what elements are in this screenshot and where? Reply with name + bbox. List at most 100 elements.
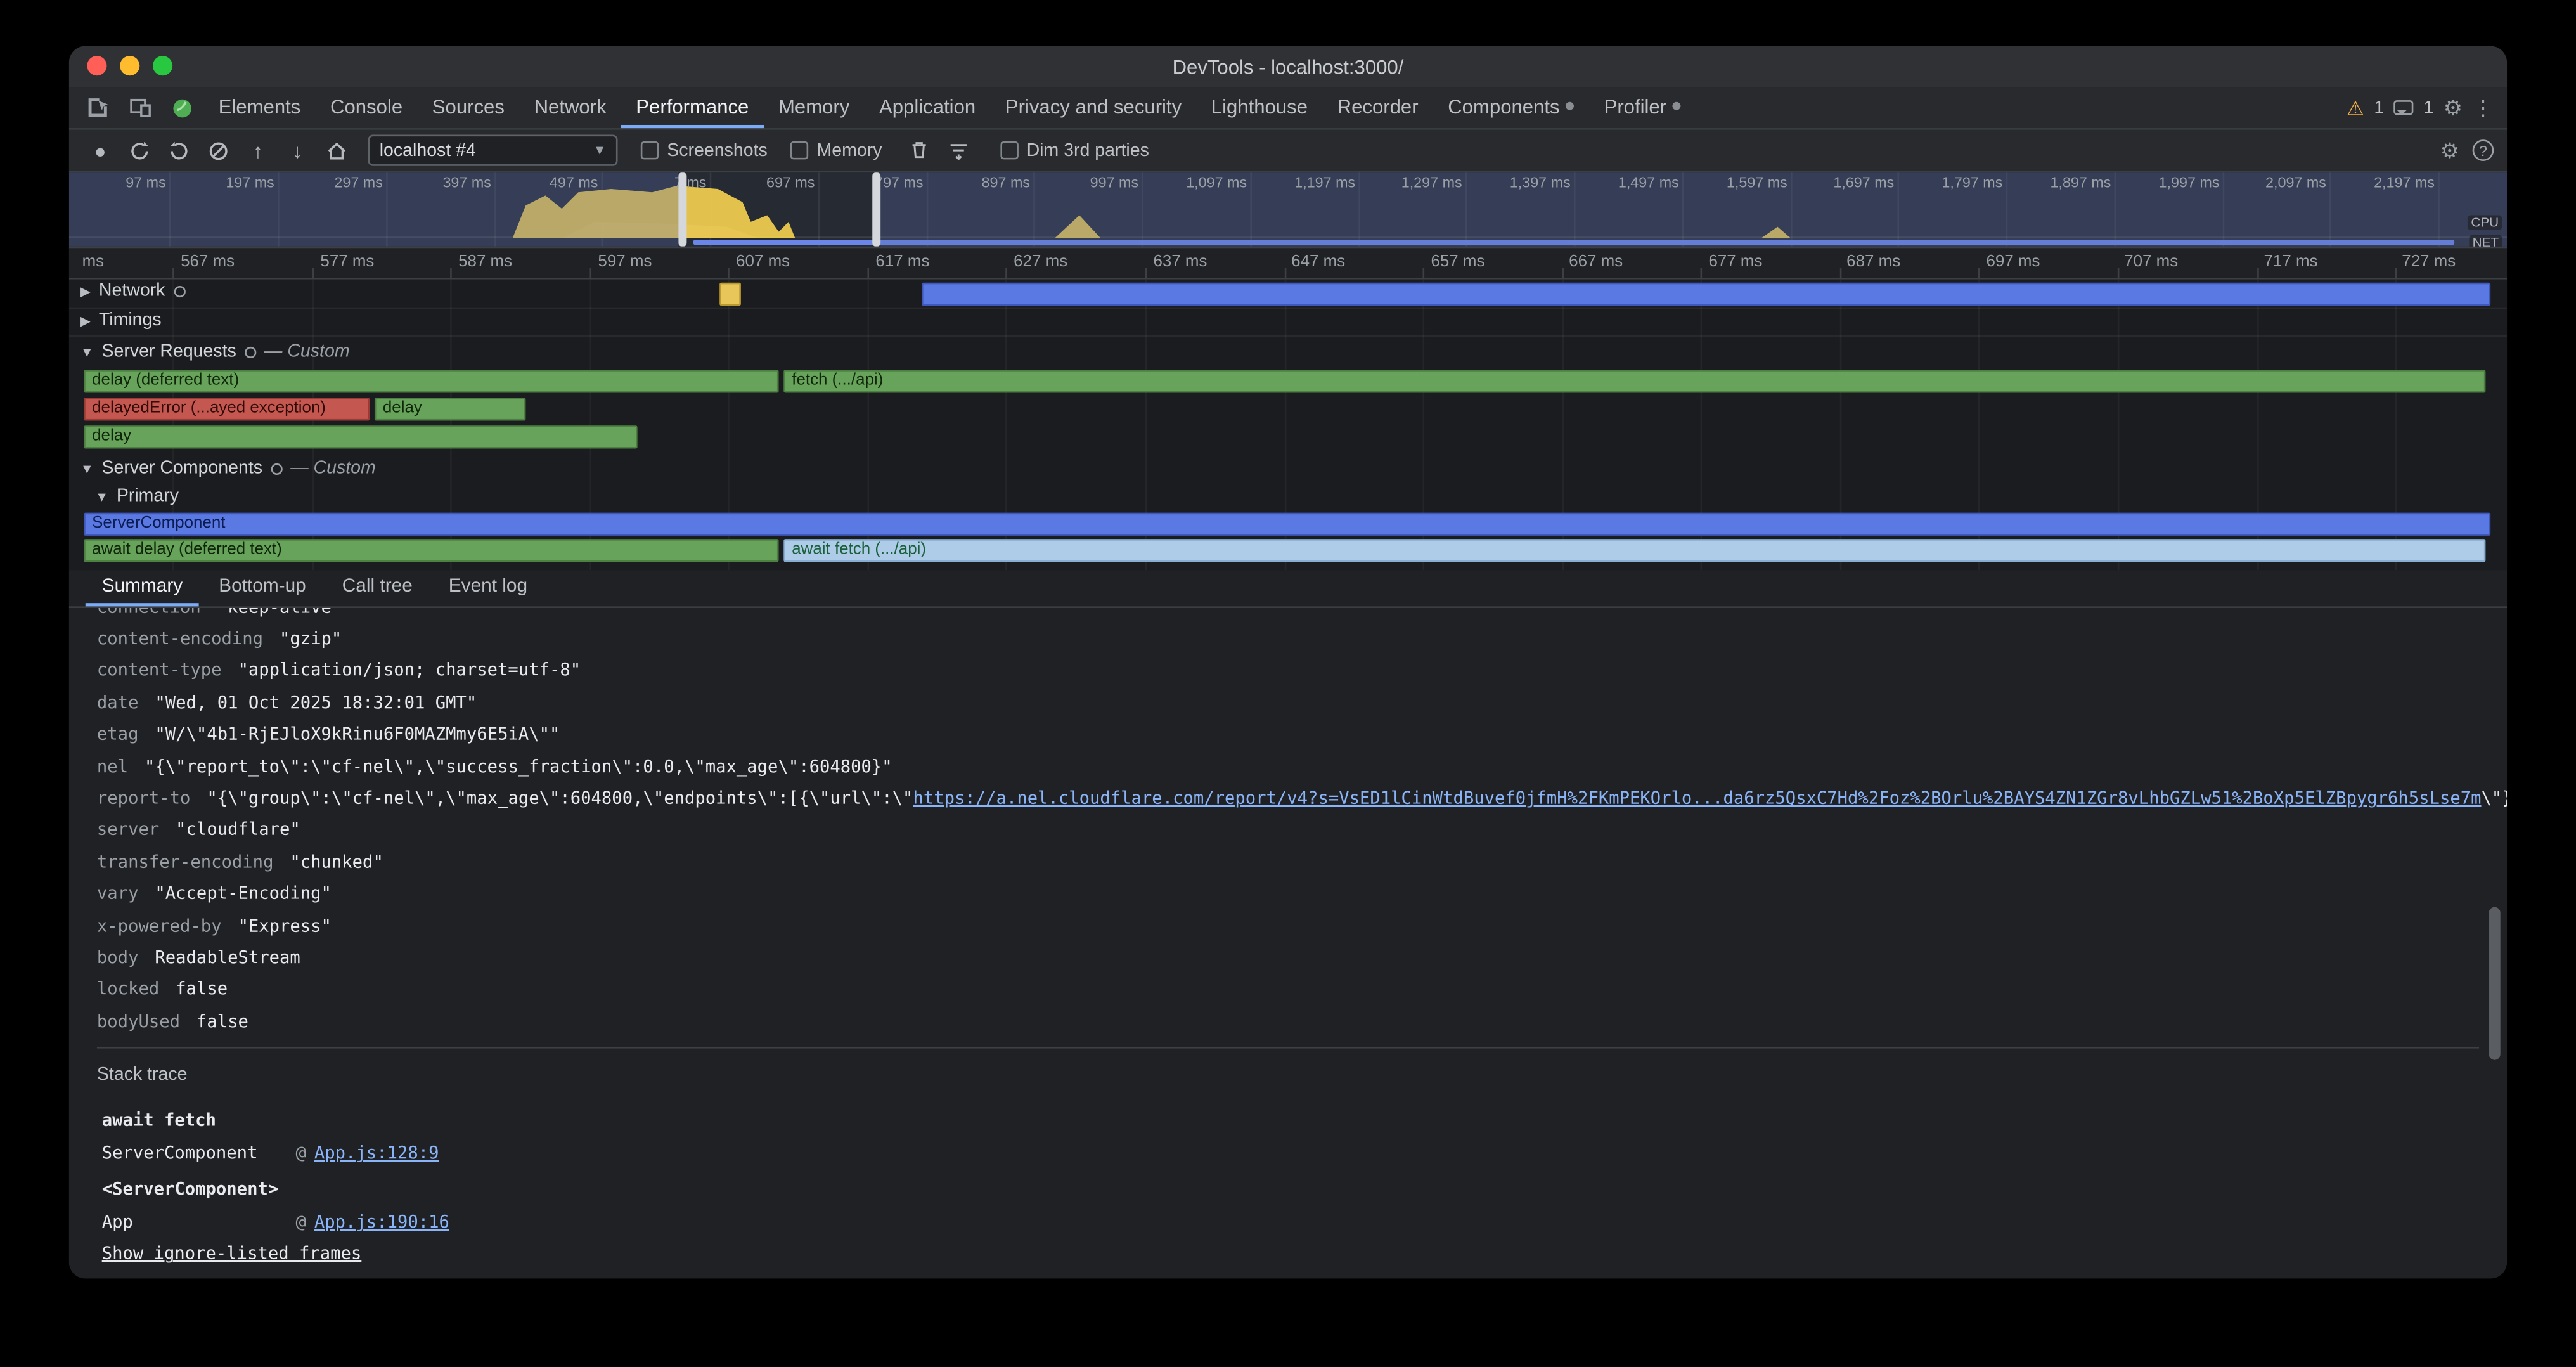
panel-settings-gear-icon[interactable]: ⚙: [2440, 139, 2459, 161]
header-row: bodyReadableStream: [97, 942, 2507, 974]
summary-pane: connection"keep-alive" content-encoding"…: [69, 608, 2507, 1278]
ruler-time-label: 727 ms: [2402, 253, 2456, 271]
close-window-button[interactable]: [87, 56, 106, 75]
track-network[interactable]: ▶ Network: [69, 280, 2507, 309]
server-components-row-2: await delay (deferred text) await fetch …: [69, 538, 2507, 564]
event-bar-delay-2[interactable]: delay: [84, 425, 637, 448]
tab-performance[interactable]: Performance: [621, 87, 764, 128]
event-bar-await-fetch[interactable]: await fetch (.../api): [783, 539, 2485, 562]
home-icon[interactable]: [319, 134, 355, 167]
event-bar-delayed-error[interactable]: delayedError (...ayed exception): [84, 398, 370, 420]
collect-garbage-icon[interactable]: [902, 134, 938, 167]
ruler-time-label: 647 ms: [1291, 253, 1345, 271]
clear-icon[interactable]: [200, 134, 236, 167]
tab-network[interactable]: Network: [519, 87, 621, 128]
collapse-triangle-icon[interactable]: ▶: [80, 313, 91, 328]
expand-triangle-icon[interactable]: ▼: [80, 461, 94, 476]
kebab-menu-icon[interactable]: ⋮: [2473, 97, 2494, 119]
tab-sources[interactable]: Sources: [417, 87, 519, 128]
settings-gear-icon[interactable]: ⚙: [2444, 97, 2463, 119]
track-config-icon[interactable]: [271, 463, 282, 474]
tabbar-right-controls: ⚠ 1 1 ⚙ ⋮: [2347, 87, 2507, 128]
dim-3rd-parties-group: Dim 3rd parties: [1000, 141, 1149, 160]
zoom-window-button[interactable]: [153, 56, 172, 75]
event-bar-await-delay[interactable]: await delay (deferred text): [84, 539, 778, 562]
overview-time-label: 497 ms: [532, 174, 598, 191]
tab-components[interactable]: Components: [1433, 87, 1589, 128]
ruler-time-label: 677 ms: [1708, 253, 1762, 271]
collapse-triangle-icon[interactable]: ▶: [80, 283, 91, 298]
overview-time-label: 7 ms: [641, 174, 707, 191]
track-timings[interactable]: ▶ Timings: [69, 309, 2507, 337]
expand-triangle-icon[interactable]: ▼: [80, 344, 94, 359]
tab-bottom-up[interactable]: Bottom-up: [202, 570, 322, 606]
record-button[interactable]: ●: [82, 134, 119, 167]
overview-time-label: 1,197 ms: [1290, 174, 1356, 191]
track-header-server-requests[interactable]: ▼ Server Requests — Custom: [69, 340, 2507, 366]
summary-scrollbar[interactable]: [2489, 907, 2501, 1060]
overview-time-label: 1,597 ms: [1722, 174, 1787, 191]
tab-console[interactable]: Console: [316, 87, 418, 128]
tab-call-tree[interactable]: Call tree: [326, 570, 429, 606]
overview-time-label: 697 ms: [749, 174, 815, 191]
overview-time-label: 297 ms: [317, 174, 383, 191]
ruler-time-label: 717 ms: [2264, 253, 2318, 271]
header-row: x-powered-by"Express": [97, 910, 2507, 942]
track-subheader-primary[interactable]: ▼ Primary: [69, 485, 2507, 511]
track-config-icon[interactable]: [245, 346, 256, 358]
ruler-time-label: 687 ms: [1846, 253, 1900, 271]
record-and-reload-button[interactable]: [122, 134, 158, 167]
tab-privacy-and-security[interactable]: Privacy and security: [991, 87, 1197, 128]
load-profile-icon[interactable]: ↑: [240, 134, 276, 167]
event-bar-fetch-api[interactable]: fetch (.../api): [783, 370, 2485, 392]
selection-left-handle[interactable]: [678, 172, 686, 247]
overview-time-label: 2,197 ms: [2369, 174, 2435, 191]
selection-right-handle[interactable]: [872, 172, 880, 247]
source-link[interactable]: App.js:128:9: [314, 1144, 439, 1164]
dim-3rd-parties-checkbox[interactable]: [1000, 141, 1019, 160]
memory-checkbox-group: Memory: [790, 141, 882, 160]
memory-checkbox[interactable]: [790, 141, 809, 160]
tab-summary[interactable]: Summary: [86, 570, 199, 606]
chevron-down-icon: ▼: [593, 143, 607, 157]
throttling-icon[interactable]: [941, 134, 977, 167]
issues-icon[interactable]: [2394, 100, 2414, 115]
extension-icon[interactable]: [161, 87, 203, 128]
tab-application[interactable]: Application: [865, 87, 991, 128]
ruler-time-label: 597 ms: [598, 253, 652, 271]
network-request-bar[interactable]: [922, 283, 2490, 306]
help-icon[interactable]: ?: [2473, 139, 2494, 161]
tab-elements[interactable]: Elements: [203, 87, 315, 128]
event-bar-delay-deferred[interactable]: delay (deferred text): [84, 370, 778, 392]
event-bar-server-component[interactable]: ServerComponent: [84, 513, 2490, 536]
overview-time-label: 897 ms: [964, 174, 1030, 191]
ruler: ms 567 ms 577 ms 587 ms 597 ms 607 ms 61…: [69, 248, 2507, 279]
expand-triangle-icon[interactable]: ▼: [95, 489, 108, 503]
minimize-window-button[interactable]: [120, 56, 139, 75]
save-profile-icon[interactable]: ↓: [280, 134, 316, 167]
net-lane-label: NET: [2469, 235, 2502, 249]
report-to-url-link[interactable]: https://a.nel.cloudflare.com/report/v4?s…: [913, 789, 2481, 808]
devtools-window: DevTools - localhost:3000/ Elements Cons…: [69, 46, 2507, 1279]
network-event-bar[interactable]: [719, 283, 741, 306]
source-link[interactable]: App.js:190:16: [314, 1214, 449, 1233]
reload-icon[interactable]: [161, 134, 197, 167]
show-ignore-listed-frames-link[interactable]: Show ignore-listed frames: [102, 1245, 362, 1264]
history-select[interactable]: localhost #4 ▼: [368, 135, 618, 166]
tab-memory[interactable]: Memory: [764, 87, 865, 128]
track-header-server-components[interactable]: ▼ Server Components — Custom: [69, 457, 2507, 483]
tab-profiler[interactable]: Profiler: [1589, 87, 1696, 128]
ruler-time-label: 667 ms: [1569, 253, 1623, 271]
inspect-element-icon[interactable]: [75, 87, 118, 128]
track-config-icon[interactable]: [173, 285, 184, 297]
tab-recorder[interactable]: Recorder: [1322, 87, 1433, 128]
warning-icon[interactable]: ⚠: [2347, 96, 2364, 119]
bottom-pane-tabs: Summary Bottom-up Call tree Event log: [69, 570, 2507, 608]
toolbar-right-controls: ⚙ ?: [2440, 139, 2494, 161]
tab-lighthouse[interactable]: Lighthouse: [1196, 87, 1322, 128]
screenshots-checkbox[interactable]: [641, 141, 659, 160]
device-toolbar-icon[interactable]: [119, 87, 161, 128]
event-bar-delay[interactable]: delay: [375, 398, 525, 420]
tab-event-log[interactable]: Event log: [432, 570, 544, 606]
timeline-overview[interactable]: 97 ms 197 ms 297 ms 397 ms 497 ms 7 ms 6…: [69, 172, 2507, 248]
